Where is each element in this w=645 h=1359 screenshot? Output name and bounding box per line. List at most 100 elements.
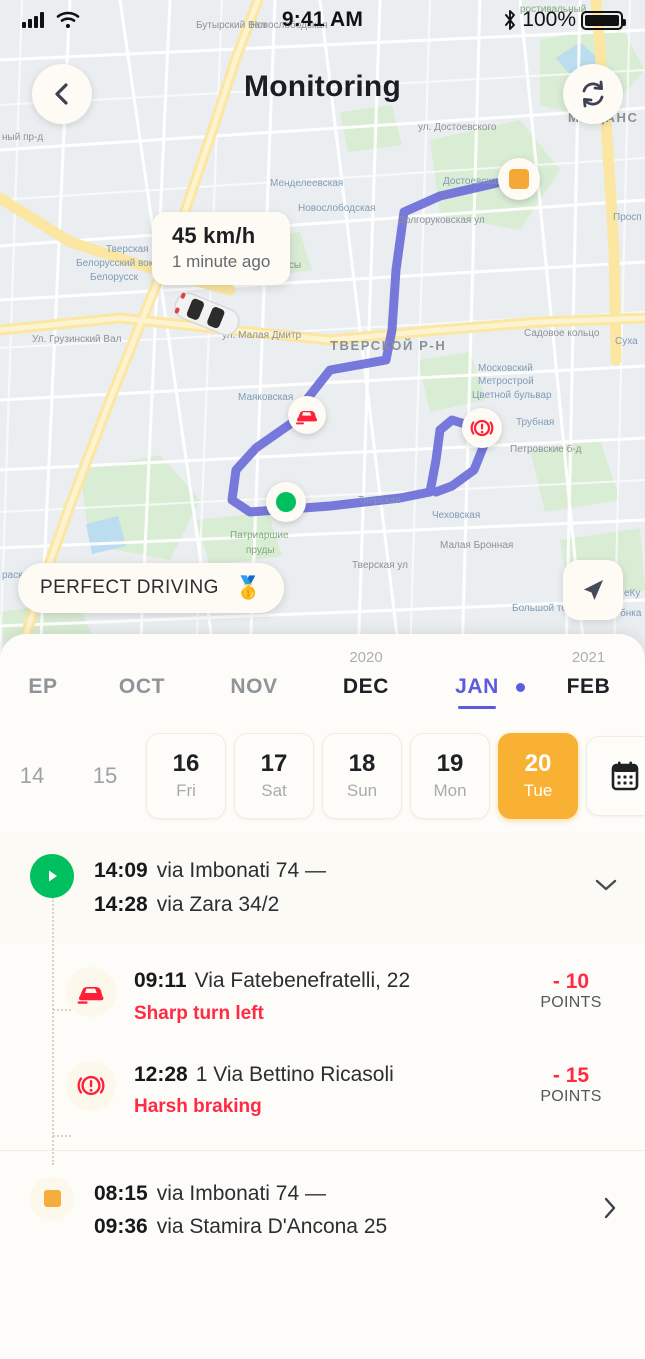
trip-start-place: via Imbonati 74 — — [156, 1181, 326, 1205]
day-number: 20 — [524, 749, 552, 777]
locate-button[interactable] — [563, 560, 623, 620]
trip-start-marker[interactable] — [266, 482, 306, 522]
trip-start-time: 08:15 — [94, 1181, 148, 1205]
medal-icon: 🥇 — [234, 575, 263, 600]
car-skid-icon — [296, 411, 317, 425]
navigation-arrow-icon — [584, 580, 603, 600]
event-address: 1 Via Bettino Ricasoli — [195, 1062, 394, 1086]
event-list: 09:11 Via Fatebenefratelli, 22 Sharp turn… — [0, 897, 645, 1166]
braking-alert-icon — [77, 1075, 105, 1096]
day-card-17[interactable]: 17 Sat — [234, 733, 314, 819]
trip-list: 14:09 via Imbonati 74 — 14:28 via Zara 34/… — [0, 832, 645, 1266]
map-label: Чеховская — [432, 510, 481, 521]
day-card-19[interactable]: 19 Mon — [410, 733, 490, 819]
event-row[interactable]: 09:11 Via Fatebenefratelli, 22 Sharp turn… — [0, 949, 645, 1042]
app-screen: ТВЕРСКОЙ Р-НМЕЩАНСМенделеевскаяНовослобо… — [0, 0, 645, 1359]
map-label: еКу — [624, 588, 641, 599]
calendar-picker-button[interactable] — [586, 736, 645, 816]
map-label: Менделеевская — [270, 178, 344, 189]
green-dot-icon — [276, 492, 296, 512]
event-type: Harsh braking — [134, 1095, 262, 1117]
timeline-connector — [52, 897, 54, 1166]
trip-start-place: via Imbonati 74 — — [156, 859, 326, 882]
map-label: Тверская — [106, 244, 149, 255]
month-tab-dec[interactable]: 2020 DEC — [310, 648, 422, 702]
map-label: Новослободская — [298, 203, 376, 214]
page-title: Monitoring — [244, 70, 401, 103]
month-year — [422, 648, 532, 668]
status-bar: 9:41 AM 100% — [0, 0, 645, 40]
map-label: ный пр-д — [2, 132, 44, 143]
month-tab-jan[interactable]: JAN — [422, 648, 532, 709]
vehicle-marker[interactable] — [170, 292, 244, 336]
map-label: ул. Достоевского — [418, 122, 497, 133]
month-year — [86, 648, 198, 668]
map-label: Садовое кольцо — [524, 328, 600, 339]
month-year — [198, 648, 310, 668]
map-label: Белорусск — [90, 272, 139, 283]
wifi-icon — [56, 11, 80, 29]
day-selector[interactable]: 14 15 16 Fri 17 Sat 18 Sun 19 Mon 20 Tue — [0, 720, 645, 832]
month-year — [0, 648, 86, 668]
event-icon-wrap — [66, 967, 116, 1018]
day-card-20[interactable]: 20 Tue — [498, 733, 578, 819]
battery-full-icon — [581, 10, 626, 30]
day-card-16[interactable]: 16 Fri — [146, 733, 226, 819]
chevron-right-icon — [604, 1197, 616, 1219]
trip-end-place: via Zara 34/2 — [156, 892, 280, 916]
month-dot-icon — [516, 683, 525, 692]
trip-start-icon-wrap — [30, 854, 74, 898]
trip-start-line: 14:09 via Imbonati 74 — — [94, 854, 583, 888]
trip-details: 14:09 via Imbonati 74 — 14:28 via Zara 34/… — [94, 854, 583, 921]
event-time: 12:28 — [134, 1062, 188, 1086]
calendar-icon — [611, 761, 639, 791]
month-selector[interactable]: EP OCT NOV 2020 DEC JAN 2021 FEB — [0, 634, 645, 720]
braking-alert-icon — [470, 419, 494, 437]
map-label: Долгоруковская ул — [398, 215, 485, 226]
speed-value: 45 km/h — [172, 223, 256, 248]
trip-details: 08:15 via Imbonati 74 — 09:36 via Stamira … — [94, 1177, 591, 1244]
trip-end-line: 14:28 via Zara 34/2 — [94, 888, 583, 922]
event-points-value: - 15 — [552, 1063, 590, 1087]
month-tab-feb[interactable]: 2021 FEB — [516, 648, 645, 702]
trip-collapse-button[interactable] — [583, 877, 619, 898]
map-label: Тверская — [358, 495, 401, 506]
map-label: пруды — [246, 545, 275, 556]
trip-expand-button[interactable] — [591, 1195, 619, 1226]
day-card-18[interactable]: 18 Sun — [322, 733, 402, 819]
map-label: Патриаршие — [230, 530, 289, 541]
stop-square-icon — [43, 1190, 61, 1208]
map-label: Цветной бульвар — [472, 390, 552, 401]
month-year: 2020 — [349, 649, 383, 666]
month-year: 2021 — [571, 649, 606, 666]
map-label: Петровские б-д — [510, 444, 582, 455]
day-14[interactable]: 14 — [0, 763, 64, 789]
event-header: 12:28 1 Via Bettino Ricasoli — [134, 1061, 523, 1089]
trip-row[interactable]: 08:15 via Imbonati 74 — 09:36 via Stamira … — [0, 1151, 645, 1266]
battery-percent: 100% — [522, 8, 576, 31]
trip-start-time: 14:09 — [94, 859, 148, 882]
bottom-sheet: EP OCT NOV 2020 DEC JAN 2021 FEB 14 15 16 Fri 17 Sat… — [0, 634, 645, 1359]
month-label: EP — [28, 675, 58, 698]
harsh-braking-marker[interactable] — [462, 408, 502, 448]
trip-end-place: via Stamira D'Ancona 25 — [156, 1215, 388, 1239]
trip-row[interactable]: 14:09 via Imbonati 74 — 14:28 via Zara 34/… — [0, 832, 645, 944]
month-tab-nov[interactable]: NOV — [198, 648, 310, 702]
month-tab-ep[interactable]: EP — [0, 648, 86, 702]
event-details: 12:28 1 Via Bettino Ricasoli Harsh brakin… — [134, 1061, 523, 1118]
event-time: 09:11 — [134, 969, 187, 993]
map-label: Малая Бронная — [440, 540, 514, 551]
event-address: Via Fatebenefratelli, 22 — [194, 969, 411, 993]
event-details: 09:11 Via Fatebenefratelli, 22 Sharp turn… — [134, 967, 523, 1024]
day-15[interactable]: 15 — [64, 763, 146, 789]
perfect-driving-badge[interactable]: PERFECT DRIVING 🥇 — [18, 563, 285, 613]
day-number: 18 — [348, 749, 376, 777]
event-points-value: - 10 — [552, 970, 590, 994]
map-label: Достоевская — [443, 176, 502, 187]
trip-end-marker[interactable] — [498, 158, 540, 200]
event-row[interactable]: 12:28 1 Via Bettino Ricasoli Harsh brakin… — [0, 1043, 645, 1136]
month-tab-oct[interactable]: OCT — [86, 648, 198, 702]
event-header: 09:11 Via Fatebenefratelli, 22 — [134, 967, 523, 995]
event-points: - 10 POINTS — [523, 967, 619, 1012]
sharp-turn-marker[interactable] — [288, 396, 326, 434]
